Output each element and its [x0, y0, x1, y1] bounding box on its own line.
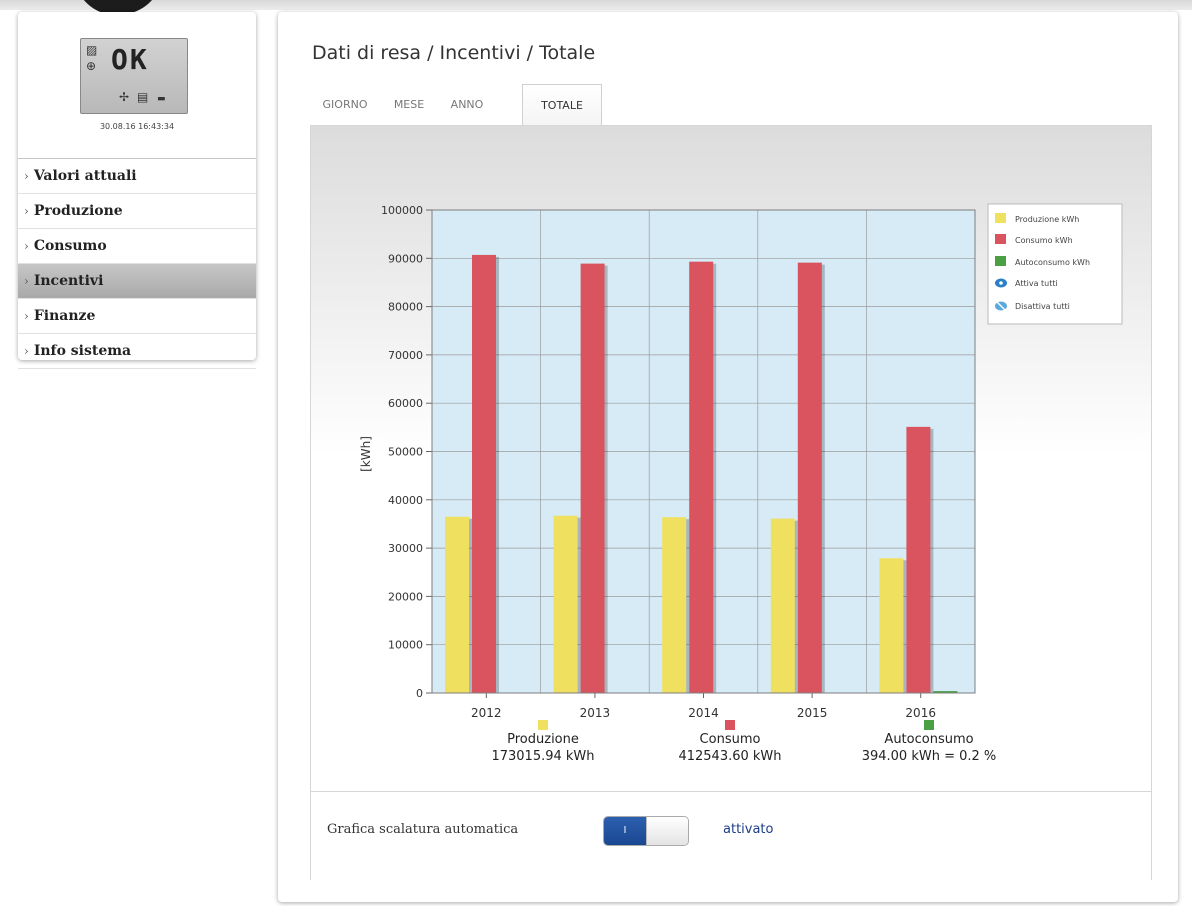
x-tick-label: 2014	[688, 706, 719, 720]
chart-content: 0 10000 20000 30000 40000 50000 60000 70000 8000…	[310, 125, 1152, 880]
legend: Produzione kWh Consumo kWh Autoconsumo k…	[987, 203, 1123, 325]
x-tick-label: 2012	[471, 706, 502, 720]
bar-produzione	[553, 515, 578, 693]
bar-consumo	[580, 263, 605, 693]
bar-chart: 0 10000 20000 30000 40000 50000 60000 70000 8000…	[359, 203, 1123, 764]
x-tick-label: 2016	[905, 706, 936, 720]
bar-produzione	[662, 517, 687, 693]
top-bar	[0, 0, 1192, 10]
totals-value-autoconsumo: 394.00 kWh = 0.2 %	[862, 749, 997, 764]
sidebar-item-info-sistema[interactable]: › Info sistema	[18, 334, 256, 369]
y-tick-label: 30000	[388, 542, 423, 555]
y-tick-label: 40000	[388, 494, 423, 507]
sidebar-item-consumo[interactable]: › Consumo	[18, 229, 256, 264]
y-tick-label: 50000	[388, 446, 423, 459]
bar-produzione	[770, 518, 795, 693]
legend-activate-all[interactable]: Attiva tutti	[995, 278, 1058, 289]
y-tick-label: 60000	[388, 397, 423, 410]
tab-mese[interactable]: MESE	[382, 84, 436, 126]
sidebar-item-label: Finanze	[33, 308, 96, 324]
sidebar-item-label: Consumo	[33, 238, 107, 254]
totals-label-consumo: Consumo	[700, 732, 761, 747]
totals-swatch-autoconsumo	[924, 720, 934, 730]
chevron-right-icon: ›	[24, 344, 29, 358]
totals-label-autoconsumo: Autoconsumo	[884, 732, 973, 747]
totals-swatch-produzione	[538, 720, 548, 730]
totals-label-produzione: Produzione	[507, 732, 579, 747]
battery-icon: ▬	[157, 94, 166, 104]
eye-pupil	[999, 281, 1003, 285]
toggle-on-indicator: I	[604, 817, 646, 845]
chevron-right-icon: ›	[24, 309, 29, 323]
y-tick-label: 70000	[388, 349, 423, 362]
auto-scale-toggle[interactable]: I	[603, 816, 689, 846]
lcd-display: ▨ ⊕ OK ✢ ▤ ▬	[80, 38, 188, 114]
y-tick-label: 80000	[388, 301, 423, 314]
y-tick-label: 100000	[381, 204, 423, 217]
plot-layer: 0 10000 20000 30000 40000 50000 60000 70000 8000…	[381, 204, 976, 720]
x-tick-label: 2013	[580, 706, 611, 720]
totals: Produzione 173015.94 kWh Consumo 412543.…	[491, 720, 996, 764]
tab-totale[interactable]: TOTALE	[522, 84, 602, 127]
y-tick-label: 10000	[388, 639, 423, 652]
auto-scale-label: Grafica scalatura automatica	[327, 822, 519, 837]
lcd-status: OK	[111, 43, 149, 76]
y-tick-label: 90000	[388, 252, 423, 265]
datetime: 30.08.16 16:43:34	[99, 122, 175, 131]
bar-consumo	[689, 261, 714, 693]
tab-giorno[interactable]: GIORNO	[312, 84, 378, 126]
bar-consumo	[797, 262, 822, 693]
auto-scale-status: attivato	[723, 822, 774, 837]
chevron-right-icon: ›	[24, 274, 29, 288]
y-axis-label: [kWh]	[359, 436, 373, 472]
totals-value-produzione: 173015.94 kWh	[491, 749, 594, 764]
footer-settings: Grafica scalatura automatica I attivato	[311, 791, 1151, 880]
sidebar-item-produzione[interactable]: › Produzione	[18, 194, 256, 229]
totals-value-consumo: 412543.60 kWh	[678, 749, 781, 764]
main-panel: Dati di resa / Incentivi / Totale GIORNO…	[278, 12, 1178, 902]
legend-swatch	[995, 256, 1006, 266]
meter-icon: ▤	[137, 90, 149, 104]
legend-label: Autoconsumo kWh	[1015, 258, 1090, 267]
sidebar-item-label: Incentivi	[33, 273, 104, 289]
legend-label: Produzione kWh	[1015, 215, 1079, 224]
x-tick-label: 2015	[797, 706, 828, 720]
globe-icon: ⊕	[86, 59, 97, 73]
legend-label: Consumo kWh	[1015, 236, 1073, 245]
y-tick-label: 0	[416, 687, 423, 700]
bar-consumo	[906, 426, 931, 693]
sidebar-item-label: Valori attuali	[33, 168, 137, 184]
sidebar-item-label: Info sistema	[33, 343, 132, 359]
totals-swatch-consumo	[725, 720, 735, 730]
bar-produzione	[445, 516, 469, 693]
legend-swatch	[995, 213, 1006, 223]
legend-label: Disattiva tutti	[1015, 302, 1070, 311]
bar-consumo	[472, 254, 496, 693]
sidebar-item-valori-attuali[interactable]: › Valori attuali	[18, 159, 256, 194]
sidebar-item-label: Produzione	[33, 203, 123, 219]
sidebar-nav: › Valori attuali › Produzione › Consumo › In…	[18, 158, 256, 369]
sidebar-item-incentivi[interactable]: › Incentivi	[18, 264, 256, 299]
chevron-right-icon: ›	[24, 204, 29, 218]
chevron-right-icon: ›	[24, 169, 29, 183]
chart-icon: ▨	[86, 43, 98, 57]
tab-anno[interactable]: ANNO	[438, 84, 496, 126]
legend-label: Attiva tutti	[1015, 279, 1058, 288]
sidebar-item-finanze[interactable]: › Finanze	[18, 299, 256, 334]
toggle-knob	[646, 817, 688, 845]
bar-produzione	[879, 558, 904, 693]
legend-swatch	[995, 234, 1006, 244]
sidebar: ▨ ⊕ OK ✢ ▤ ▬ 30.08.16 16:43:34 › Valori a…	[18, 12, 256, 369]
fan-icon: ✢	[119, 90, 130, 104]
page-title: Dati di resa / Incentivi / Totale	[312, 42, 596, 64]
chevron-right-icon: ›	[24, 239, 29, 253]
y-tick-label: 20000	[388, 590, 423, 603]
